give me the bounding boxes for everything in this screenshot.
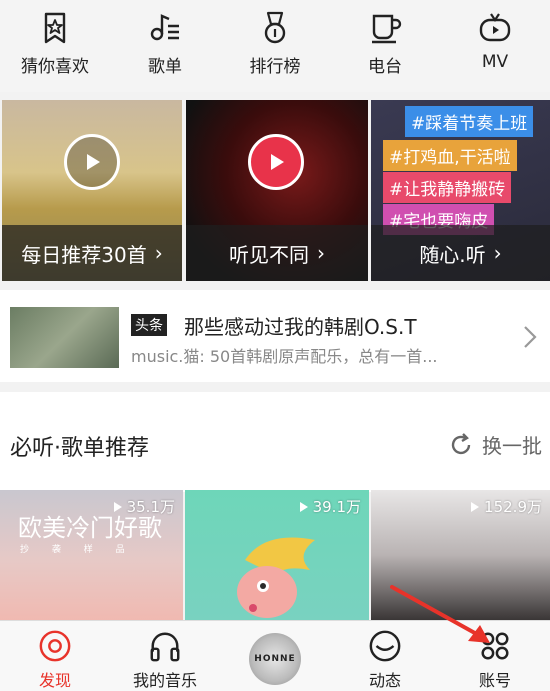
play-icon [471, 501, 480, 512]
headphones-icon [150, 632, 180, 662]
tab-label: 发现 [38, 671, 71, 690]
tile-caption-text: 随心.听 [419, 242, 486, 267]
refresh-button[interactable]: 换一批 [448, 430, 542, 459]
tv-icon [479, 13, 511, 42]
category-label: 猜你喜欢 [21, 57, 89, 77]
featured-tiles: 每日推荐30首 › 听见不同 › #踩着节奏上班 #打鸡血,干活啦 #让我静静搬… [0, 100, 550, 281]
tile-caption-text: 每日推荐30首 [21, 242, 147, 267]
category-label: 排行榜 [249, 57, 301, 77]
play-count: 152.9万 [470, 496, 542, 517]
chevron-right-icon: › [493, 241, 502, 265]
tile-caption-text: 听见不同 [229, 242, 309, 267]
random-listen-tile[interactable]: #踩着节奏上班 #打鸡血,干活啦 #让我静静搬砖 #宅也要嗨皮 随心.听 › [371, 100, 550, 281]
play-icon[interactable] [64, 134, 120, 190]
headline-thumbnail [10, 307, 119, 368]
tile-caption: 听见不同 › [186, 225, 368, 281]
coffee-cup-icon [372, 14, 402, 44]
headline-description: music.猫: 50首韩剧原声配乐，总有一首... [131, 347, 438, 366]
chevron-right-icon [524, 326, 537, 348]
music-list-icon [150, 14, 179, 41]
mood-tag: #打鸡血,干活啦 [383, 140, 517, 171]
now-playing-cover: HONNE [249, 633, 301, 685]
tab-discover[interactable]: 发现 [0, 621, 110, 691]
medal-icon [264, 11, 286, 44]
playlist-grid: 35.1万 欧美冷门好歌 抄 袭 样 品 39.1万 152.9万 [0, 490, 550, 620]
playlist-card[interactable]: 39.1万 [185, 490, 369, 620]
playlist-card[interactable]: 152.9万 [371, 490, 550, 620]
tab-label: 我的音乐 [132, 671, 197, 690]
play-count-text: 152.9万 [484, 498, 542, 516]
cartoon-face-illustration [237, 537, 315, 618]
smile-face-icon [369, 630, 401, 662]
now-playing-disc[interactable]: HONNE [220, 621, 330, 691]
category-guess-you-like[interactable]: 猜你喜欢 [0, 0, 110, 92]
now-playing-artist: HONNE [254, 654, 296, 664]
category-label: 歌单 [148, 57, 182, 77]
tab-my-music[interactable]: 我的音乐 [110, 621, 220, 691]
tab-label: 账号 [478, 671, 511, 690]
bottom-tab-bar: 发现 我的音乐 HONNE 动态 账号 [0, 620, 550, 691]
playlist-cover-subtitle: 抄 袭 样 品 [20, 545, 135, 555]
play-icon [299, 501, 308, 512]
play-icon[interactable] [248, 134, 304, 190]
section-title: 必听·歌单推荐 [10, 436, 149, 461]
category-mv[interactable]: MV [440, 0, 550, 92]
playlist-cover-title: 欧美冷门好歌 [18, 514, 162, 542]
mood-tag: #踩着节奏上班 [405, 106, 534, 137]
refresh-icon [451, 432, 471, 454]
category-charts[interactable]: 排行榜 [220, 0, 330, 92]
tab-label: 动态 [368, 671, 401, 690]
headline-card[interactable]: 头条 那些感动过我的韩剧O.S.T music.猫: 50首韩剧原声配乐，总有一… [0, 290, 550, 382]
category-label: MV [481, 52, 509, 72]
refresh-label: 换一批 [482, 434, 542, 458]
tab-friends[interactable]: 动态 [330, 621, 440, 691]
tab-account[interactable]: 账号 [440, 621, 550, 691]
category-playlists[interactable]: 歌单 [110, 0, 220, 92]
headline-title: 那些感动过我的韩剧O.S.T [184, 315, 417, 339]
mood-tag: #让我静静搬砖 [383, 172, 512, 203]
tile-caption: 随心.听 › [371, 225, 550, 281]
play-count: 39.1万 [299, 496, 361, 517]
chevron-right-icon: › [154, 241, 163, 265]
daily-recommend-tile[interactable]: 每日推荐30首 › [2, 100, 182, 281]
category-radio[interactable]: 电台 [330, 0, 440, 92]
play-count-text: 39.1万 [312, 498, 361, 516]
playlist-card[interactable]: 35.1万 欧美冷门好歌 抄 袭 样 品 [0, 490, 183, 620]
category-label: 电台 [368, 57, 402, 77]
account-grid-icon [481, 632, 509, 660]
chevron-right-icon: › [317, 241, 325, 265]
category-row: 猜你喜欢 歌单 排行榜 电台 MV [0, 0, 550, 92]
discover-icon [39, 630, 71, 662]
headline-badge: 头条 [131, 314, 167, 336]
tile-caption: 每日推荐30首 › [2, 225, 182, 281]
hear-different-tile[interactable]: 听见不同 › [186, 100, 368, 281]
playlist-section-header: 必听·歌单推荐 换一批 [0, 392, 550, 492]
star-bookmark-icon [44, 12, 66, 44]
